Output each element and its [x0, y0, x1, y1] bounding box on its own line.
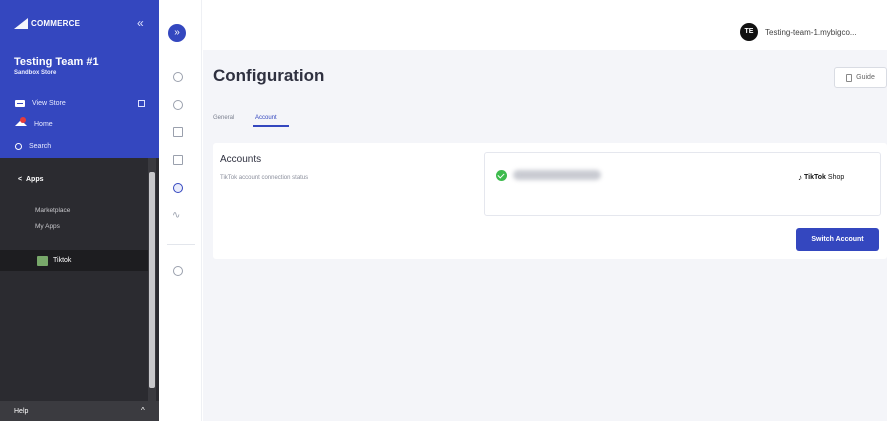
tiktok-brand-name: TikTok: [804, 174, 826, 181]
nav-search-label: Search: [29, 143, 52, 150]
brand-text: COMMERCE: [31, 19, 81, 28]
tab-account[interactable]: Account: [255, 115, 277, 121]
sidebar-item-my-apps[interactable]: My Apps: [35, 223, 60, 230]
icon-rail: [159, 0, 202, 421]
app-window: COMMERCE « Testing Team #1 Sandbox Store…: [0, 0, 887, 421]
bigcommerce-logo[interactable]: COMMERCE: [14, 18, 80, 29]
notification-badge: [20, 117, 26, 123]
activity-icon[interactable]: ∿: [172, 210, 180, 221]
box-icon[interactable]: [173, 100, 183, 110]
nav-view-store-label: View Store: [32, 100, 66, 107]
external-link-icon[interactable]: [138, 100, 145, 107]
calendar-icon[interactable]: [173, 155, 183, 165]
expand-rail-button[interactable]: »: [168, 24, 186, 42]
switch-account-button[interactable]: Switch Account: [796, 228, 879, 251]
rail-divider: [167, 244, 195, 245]
top-header: [203, 0, 887, 50]
help-circle-icon[interactable]: [173, 266, 183, 276]
store-url[interactable]: Testing-team-1.mybigco...: [765, 28, 857, 37]
connected-account-panel: [484, 152, 881, 216]
sidebar-item-tiktok[interactable]: [0, 250, 148, 271]
chevron-left-icon: <: [18, 176, 23, 183]
document-icon: [846, 73, 853, 82]
tiktok-app-icon: [37, 256, 48, 266]
collapse-sidebar-button[interactable]: «: [137, 16, 144, 30]
accounts-card-title: Accounts: [220, 154, 262, 165]
tiktok-note-icon: ♪: [798, 173, 802, 182]
home-icon[interactable]: [173, 72, 183, 82]
store-type: Sandbox Store: [14, 70, 57, 76]
accounts-card-description: TikTok account connection status: [220, 175, 309, 181]
apps-back-link[interactable]: < Apps: [18, 176, 43, 183]
active-tab-indicator: [253, 125, 289, 127]
help-label: Help: [14, 408, 29, 415]
store-name: Testing Team #1: [14, 56, 99, 68]
chevron-up-icon[interactable]: ^: [141, 406, 145, 415]
nav-home-label: Home: [34, 121, 53, 128]
tiktok-brand-suffix: Shop: [827, 174, 845, 181]
left-sidebar: COMMERCE « Testing Team #1 Sandbox Store…: [0, 0, 159, 421]
bigcommerce-logo-icon: [14, 18, 28, 29]
gear-icon[interactable]: [173, 183, 183, 193]
storefront-icon: [15, 100, 25, 107]
tab-general[interactable]: General: [213, 115, 234, 121]
apps-label: Apps: [25, 176, 44, 183]
redacted-account-name: [513, 170, 601, 180]
sidebar-item-tiktok-label: Tiktok: [53, 257, 72, 264]
nav-search[interactable]: Search: [15, 143, 51, 150]
document-icon[interactable]: [173, 127, 183, 137]
page-title: Configuration: [213, 66, 325, 85]
guide-button[interactable]: Guide: [834, 67, 887, 88]
sidebar-item-marketplace[interactable]: Marketplace: [35, 207, 70, 214]
nav-view-store[interactable]: View Store: [15, 100, 66, 107]
search-icon: [15, 143, 22, 150]
guide-button-label: Guide: [856, 74, 875, 81]
check-circle-icon: [496, 170, 507, 181]
avatar[interactable]: TE: [740, 23, 758, 41]
tiktok-shop-logo: ♪ TikTok Shop: [798, 173, 844, 182]
sidebar-scrollbar-thumb[interactable]: [149, 172, 155, 388]
